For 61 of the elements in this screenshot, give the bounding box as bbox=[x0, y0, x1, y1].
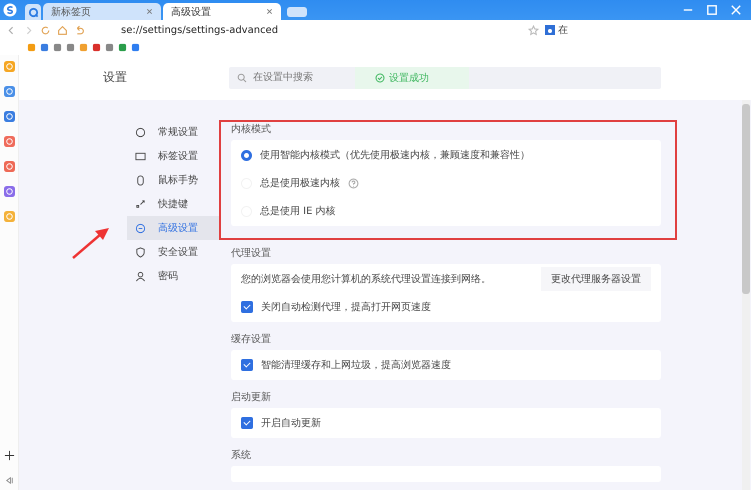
radio-button[interactable] bbox=[241, 150, 252, 160]
app-icon[interactable] bbox=[4, 211, 14, 222]
check-circle-icon bbox=[375, 72, 385, 82]
nav-item[interactable]: 标签设置 bbox=[127, 144, 219, 168]
address-field[interactable]: se://settings/settings-advanced bbox=[121, 24, 278, 36]
add-icon[interactable] bbox=[4, 450, 14, 461]
nav-item[interactable]: 常规设置 bbox=[127, 120, 219, 144]
browser-tab[interactable]: 高级设置 bbox=[163, 3, 281, 20]
app-icon[interactable] bbox=[4, 136, 14, 147]
checkbox[interactable] bbox=[241, 417, 253, 429]
tab-icon bbox=[135, 150, 146, 162]
mouse-icon bbox=[135, 174, 146, 186]
new-tab-button[interactable] bbox=[287, 7, 307, 17]
checkbox[interactable] bbox=[241, 301, 253, 313]
search-icon bbox=[237, 72, 247, 82]
reload-icon[interactable] bbox=[40, 24, 51, 36]
app-icon[interactable] bbox=[4, 186, 14, 197]
nav-item[interactable]: 高级设置 bbox=[127, 216, 219, 240]
checkbox[interactable] bbox=[241, 359, 253, 371]
option-label: 关闭自动检测代理，提高打开网页速度 bbox=[261, 300, 431, 314]
close-icon[interactable] bbox=[266, 8, 273, 15]
shortcut-icon bbox=[135, 198, 146, 210]
undo-icon[interactable] bbox=[74, 24, 85, 36]
home-icon[interactable] bbox=[57, 24, 68, 36]
option-label: 使用智能内核模式（优先使用极速内核，兼顾速度和兼容性） bbox=[260, 148, 530, 162]
option-label: 开启自动更新 bbox=[261, 416, 321, 430]
app-icon[interactable] bbox=[4, 61, 14, 72]
nav-item[interactable]: 安全设置 bbox=[127, 240, 219, 264]
success-toast: 设置成功 bbox=[355, 66, 469, 88]
section-title: 系统 bbox=[231, 448, 252, 462]
star-icon[interactable] bbox=[528, 24, 539, 36]
nav-item[interactable]: 鼠标手势 bbox=[127, 168, 219, 192]
help-icon[interactable] bbox=[348, 178, 359, 188]
section-title: 代理设置 bbox=[231, 246, 272, 260]
close-icon[interactable] bbox=[146, 8, 153, 15]
app-icon[interactable] bbox=[4, 161, 14, 172]
option-label: 总是使用极速内核 bbox=[260, 176, 340, 190]
browser-tab[interactable]: 新标签页 bbox=[43, 3, 161, 20]
user-icon bbox=[135, 270, 146, 282]
proxy-settings-button[interactable]: 更改代理服务器设置 bbox=[541, 267, 651, 291]
scrollbar[interactable] bbox=[742, 100, 750, 490]
section-title: 启动更新 bbox=[231, 390, 272, 404]
nav-item[interactable]: 快捷键 bbox=[127, 192, 219, 216]
app-icon[interactable] bbox=[4, 86, 14, 97]
option-label: 智能清理缓存和上网垃圾，提高浏览器速度 bbox=[261, 358, 451, 372]
shield-icon bbox=[135, 246, 146, 258]
app-icon[interactable] bbox=[4, 111, 14, 122]
maximize-icon[interactable] bbox=[705, 3, 719, 17]
settings-title: 设置 bbox=[103, 69, 128, 86]
collapse-icon[interactable] bbox=[4, 475, 14, 486]
browser-logo-icon[interactable] bbox=[3, 3, 17, 17]
description-text: 您的浏览器会使用您计算机的系统代理设置连接到网络。 bbox=[241, 272, 491, 286]
option-label: 总是使用 IE 内核 bbox=[260, 204, 336, 218]
close-icon[interactable] bbox=[729, 3, 743, 17]
search-engine-icon[interactable] bbox=[545, 25, 555, 35]
web-search-field[interactable]: 在 bbox=[545, 23, 745, 37]
home-tab[interactable] bbox=[25, 4, 41, 20]
nav-item[interactable]: 密码 bbox=[127, 264, 219, 288]
section-title: 缓存设置 bbox=[231, 332, 272, 346]
annotation-arrow bbox=[71, 226, 111, 260]
section-title: 内核模式 bbox=[231, 122, 272, 136]
